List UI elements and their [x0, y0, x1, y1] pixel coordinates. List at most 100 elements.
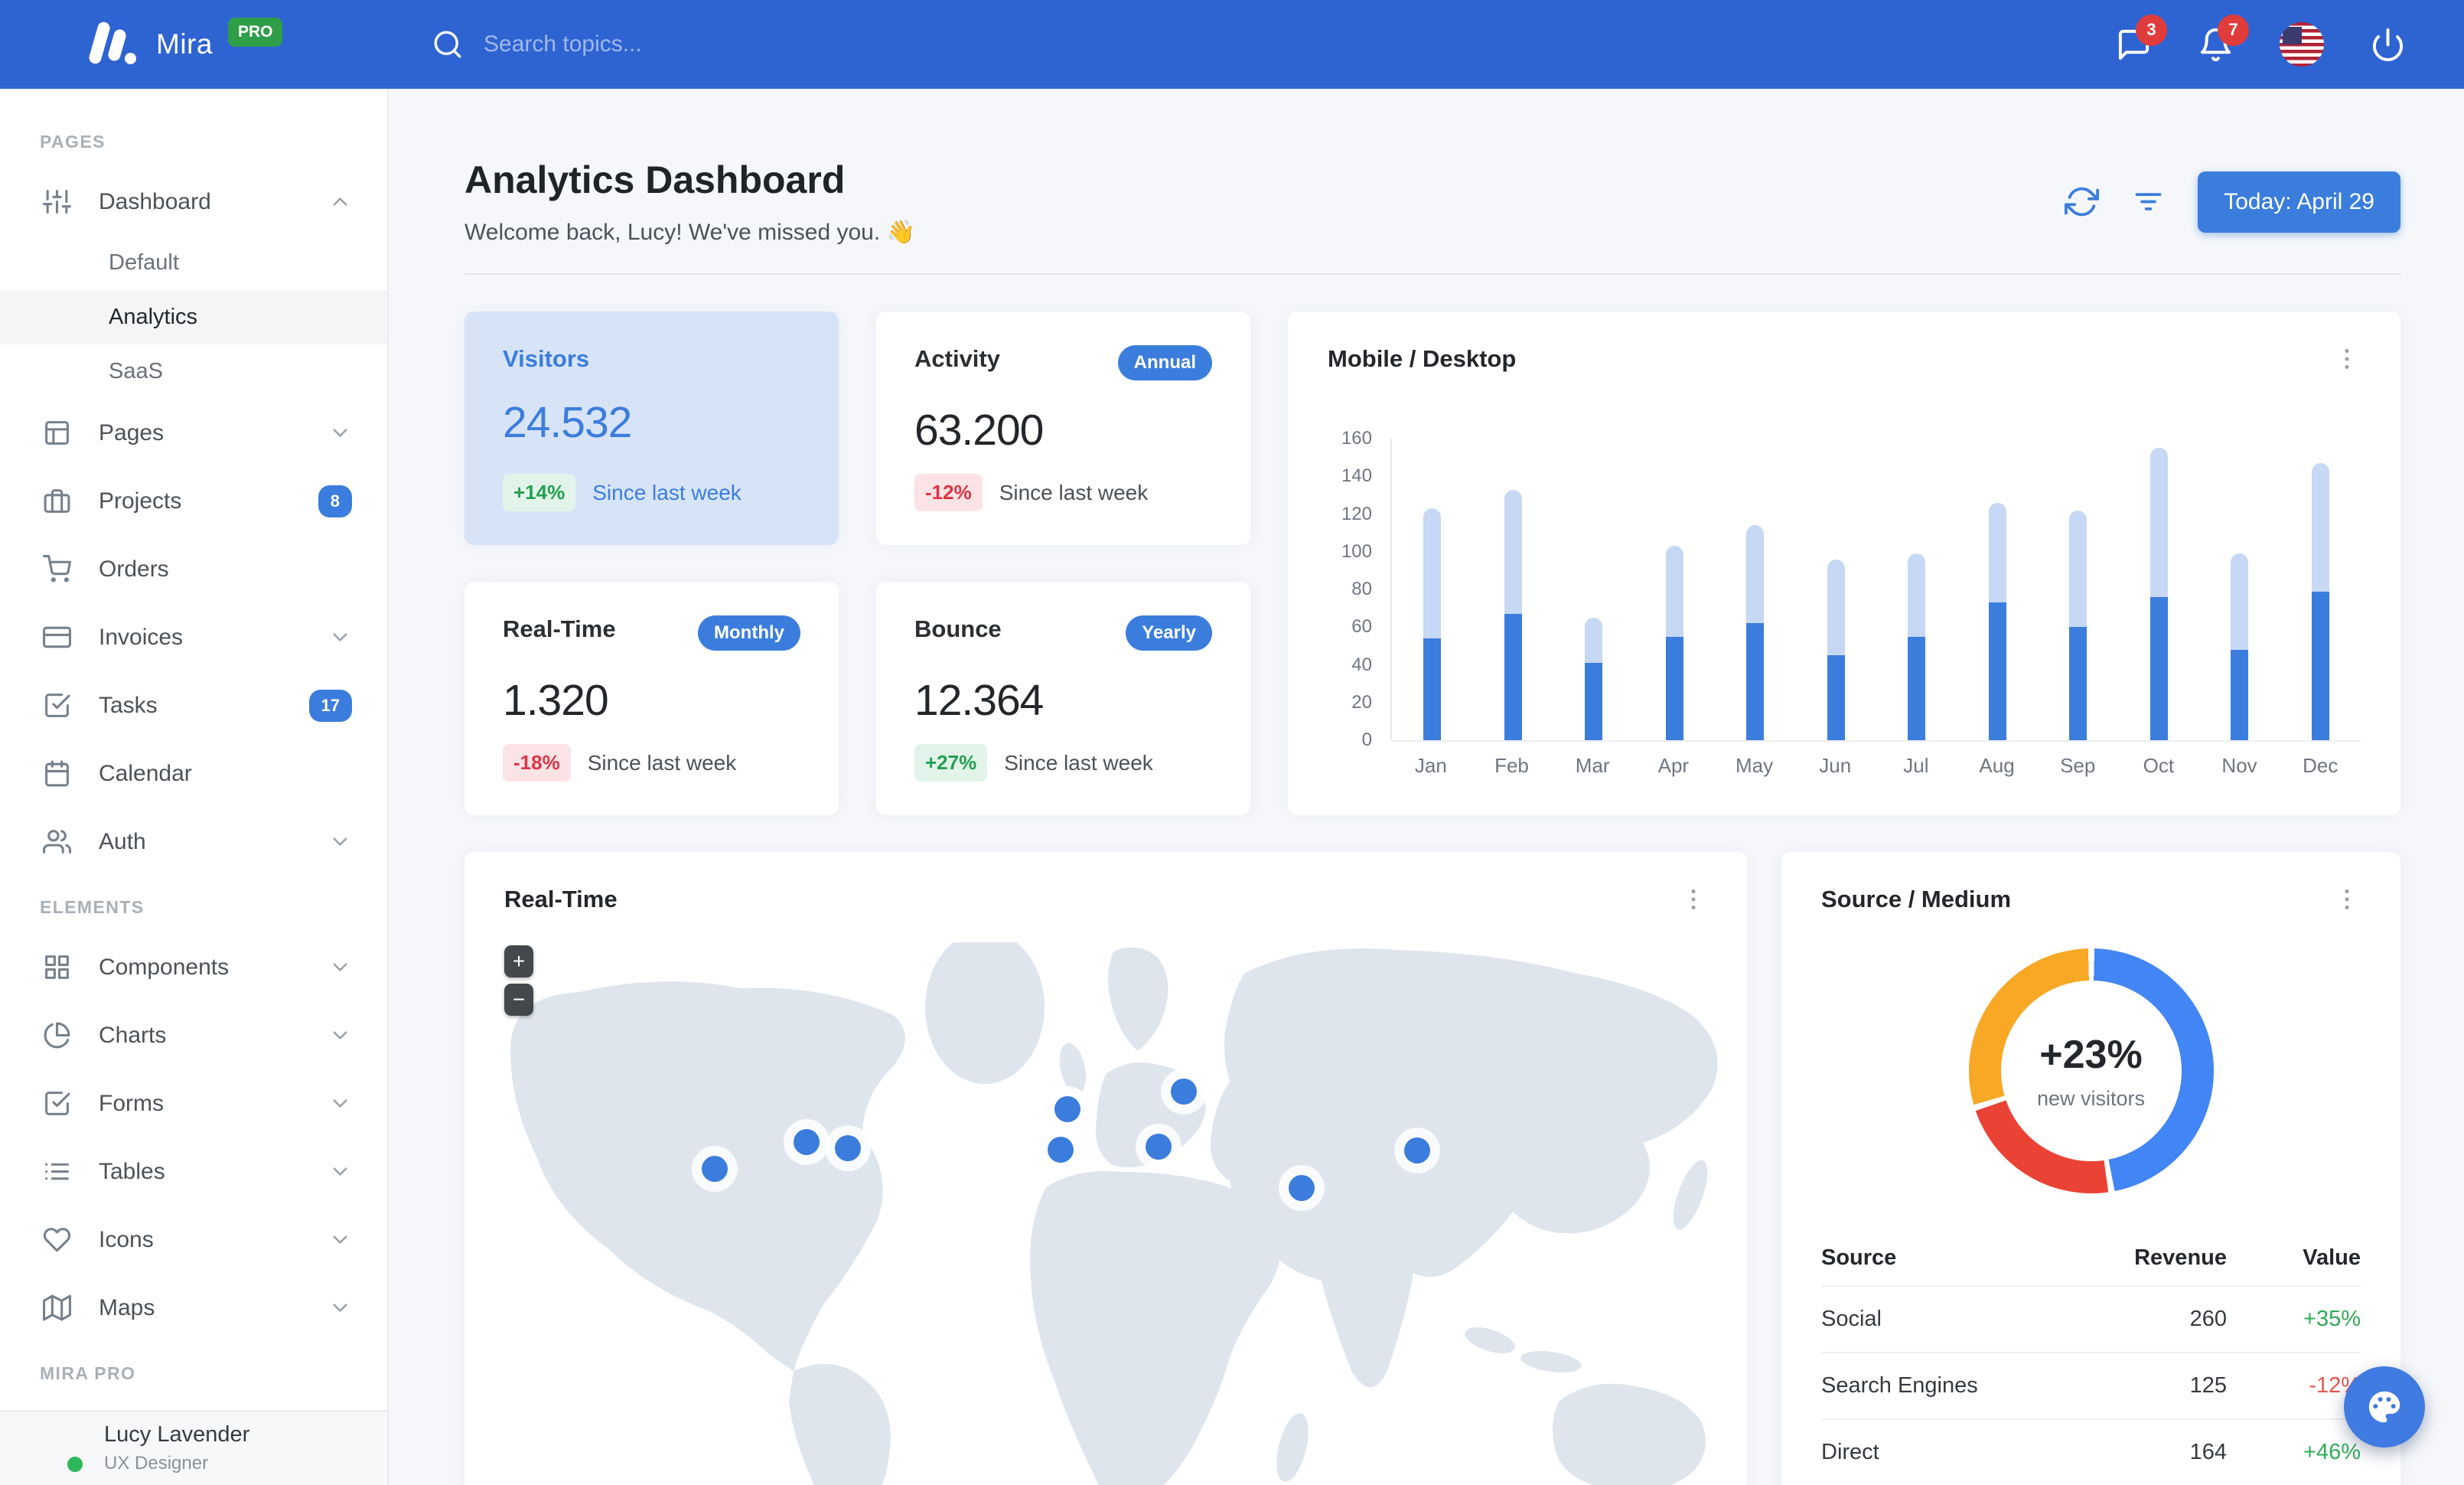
col-source: Source	[1821, 1245, 1897, 1270]
navbar-search[interactable]	[432, 28, 807, 60]
power-button[interactable]	[2370, 27, 2406, 63]
x-tick-label: Nov	[2221, 754, 2257, 777]
stat-caption: Since last week	[999, 480, 1149, 504]
sidebar-item-tables[interactable]: Tables	[0, 1137, 387, 1206]
y-tick-label: 60	[1351, 616, 1372, 638]
zoom-in-button[interactable]: +	[504, 945, 533, 977]
sidebar-item-orders[interactable]: Orders	[0, 535, 387, 603]
chevron-down-icon	[328, 1092, 352, 1115]
delta-badge: +27%	[914, 744, 988, 782]
map-marker	[1404, 1137, 1431, 1164]
sidebar-subitem-default[interactable]: Default	[0, 236, 387, 290]
y-tick-label: 160	[1341, 428, 1372, 449]
sidebar-item-calendar[interactable]: Calendar	[0, 739, 387, 808]
user-name: Lucy Lavender	[104, 1422, 250, 1447]
top-navbar: Mira PRO 37	[0, 0, 2464, 89]
sidebar-item-label: Tables	[99, 1158, 165, 1184]
bar-jan	[1392, 439, 1473, 740]
sidebar-item-components[interactable]: Components	[0, 933, 387, 1001]
sidebar-section-pages: PAGES	[40, 132, 106, 152]
period-badge: Yearly	[1126, 615, 1212, 651]
date-range-button[interactable]: Today: April 29	[2198, 171, 2400, 233]
sidebar-item-dashboard[interactable]: Dashboard	[0, 168, 387, 236]
sidebar-item-label: Projects	[99, 488, 182, 514]
bar-chart: 0 20 40 60 80 100 120 140 160 Jan Feb Mar Apr May Jun…	[1328, 428, 2361, 778]
sidebar-item-projects[interactable]: Projects 8	[0, 467, 387, 535]
donut-center-label: new visitors	[2036, 1086, 2146, 1110]
x-tick-label: Dec	[2303, 754, 2339, 777]
chevron-down-icon	[328, 830, 352, 853]
bell-badge: 7	[2218, 14, 2249, 46]
refresh-button[interactable]	[2065, 184, 2100, 219]
card-menu-button[interactable]	[2333, 886, 2361, 913]
chevron-down-icon	[328, 1228, 352, 1252]
y-axis: 0 20 40 60 80 100 120 140 160	[1328, 428, 1378, 750]
card-menu-button[interactable]	[2333, 345, 2361, 373]
avatar	[34, 1423, 86, 1476]
sidebar-subitem-analytics[interactable]: Analytics	[0, 290, 387, 344]
sidebar-item-tasks[interactable]: Tasks 17	[0, 671, 387, 739]
bell-button[interactable]: 7	[2198, 14, 2249, 63]
search-input[interactable]	[482, 31, 807, 58]
chevron-up-icon	[328, 190, 352, 214]
navbar-actions: 37	[2116, 14, 2464, 67]
sidebar-item-label: Components	[99, 954, 230, 980]
card-menu-button[interactable]	[1680, 886, 1707, 913]
heart-icon	[43, 1226, 71, 1254]
y-tick-label: 20	[1351, 691, 1372, 713]
stats-grid: Visitors 24.532 +14% Since last week Act…	[464, 312, 2400, 815]
x-tick-label: Jan	[1414, 754, 1447, 777]
sidebar-item-icons[interactable]: Icons	[0, 1206, 387, 1274]
us-flag-icon[interactable]	[2280, 22, 2324, 67]
table-row-direct: Direct 164 +46%	[1821, 1420, 2361, 1485]
list-icon	[43, 1157, 71, 1186]
table-header: Source Revenue Value	[1821, 1230, 2361, 1287]
y-tick-label: 140	[1341, 465, 1372, 487]
world-map[interactable]	[464, 942, 1747, 1485]
user-role: UX Designer	[104, 1453, 209, 1474]
bar-dec	[2280, 439, 2361, 740]
stat-value: 1.320	[503, 676, 609, 725]
sidebar-item-invoices[interactable]: Invoices	[0, 603, 387, 671]
sidebar-item-forms[interactable]: Forms	[0, 1069, 387, 1137]
donut-center-value: +23%	[2039, 1032, 2143, 1077]
map-marker	[835, 1135, 862, 1162]
chevron-down-icon	[328, 1160, 352, 1183]
sidebar-item-charts[interactable]: Charts	[0, 1001, 387, 1069]
page-title: Analytics Dashboard	[464, 158, 846, 201]
y-tick-label: 0	[1361, 729, 1372, 750]
bar-nov	[2199, 439, 2280, 740]
y-tick-label: 80	[1351, 579, 1372, 599]
theme-settings-button[interactable]	[2344, 1366, 2425, 1447]
message-square-button[interactable]: 3	[2116, 14, 2167, 63]
brand-name: Mira	[156, 28, 213, 60]
x-axis-labels: Jan Feb Mar Apr May Jun Jul Aug Sep Oct Nov Dec	[1390, 754, 2361, 778]
user-profile[interactable]: Lucy Lavender UX Designer	[0, 1410, 387, 1485]
map-marker	[1048, 1136, 1074, 1163]
bar-oct	[2119, 439, 2200, 740]
sidebar-item-pages[interactable]: Pages	[0, 399, 387, 467]
cell-source: Social	[1821, 1307, 1882, 1331]
stat-card-realtime: Real-Time Monthly 1.320 -18% Since last …	[464, 582, 839, 815]
stat-title: Real-Time	[503, 615, 616, 642]
brand[interactable]: Mira PRO	[0, 18, 389, 69]
cell-revenue: 125	[2189, 1373, 2227, 1398]
card-title: Source / Medium	[1821, 886, 2012, 912]
filter-button[interactable]	[2131, 184, 2166, 219]
map-marker	[701, 1155, 728, 1182]
sidebar-subitem-saas[interactable]: SaaS	[0, 344, 387, 399]
zoom-out-button[interactable]: −	[504, 984, 533, 1016]
bar-may	[1715, 439, 1796, 740]
card-title: Real-Time	[504, 886, 618, 912]
sidebar-item-maps[interactable]: Maps	[0, 1274, 387, 1342]
sidebar-item-label: Calendar	[99, 760, 192, 786]
grid-icon	[43, 953, 71, 981]
bar-feb	[1473, 439, 1554, 740]
map-marker	[1171, 1078, 1198, 1105]
pro-badge: PRO	[227, 18, 283, 47]
briefcase-icon	[43, 487, 71, 515]
stat-card-visitors: Visitors 24.532 +14% Since last week	[464, 312, 839, 545]
donut-chart: +23% new visitors	[1968, 948, 2214, 1193]
sidebar-item-auth[interactable]: Auth	[0, 808, 387, 876]
sidebar-item-label: Invoices	[99, 624, 184, 650]
